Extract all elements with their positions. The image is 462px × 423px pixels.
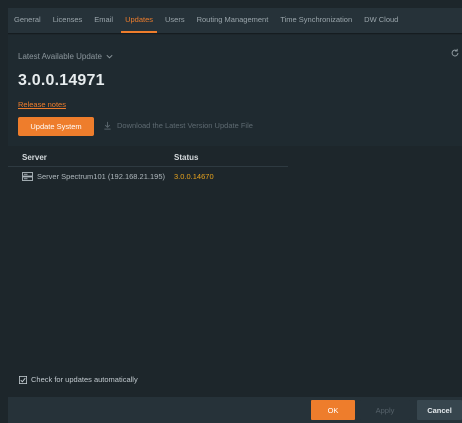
apply-button[interactable]: Apply bbox=[360, 400, 410, 420]
refresh-icon[interactable] bbox=[450, 48, 460, 58]
system-administration-window: General Licenses Email Updates Users Rou… bbox=[8, 8, 462, 423]
ok-button[interactable]: OK bbox=[311, 400, 355, 420]
auto-check-updates-checkbox[interactable]: Check for updates automatically bbox=[19, 375, 138, 384]
download-update-file-link[interactable]: Download the Latest Version Update File bbox=[103, 121, 253, 130]
tab-licenses[interactable]: Licenses bbox=[47, 7, 89, 33]
tab-general[interactable]: General bbox=[8, 7, 47, 33]
latest-update-dropdown[interactable]: Latest Available Update bbox=[18, 52, 114, 61]
tab-time-synchronization[interactable]: Time Synchronization bbox=[274, 7, 358, 33]
tab-dw-cloud[interactable]: DW Cloud bbox=[358, 7, 404, 33]
tab-bar: General Licenses Email Updates Users Rou… bbox=[8, 8, 462, 34]
tab-updates[interactable]: Updates bbox=[119, 7, 159, 33]
dialog-footer: OK Apply Cancel bbox=[8, 397, 462, 423]
chevron-down-icon bbox=[106, 54, 113, 59]
checkbox-checked-icon bbox=[19, 375, 27, 384]
table-header: Server Status bbox=[8, 151, 288, 167]
cancel-button[interactable]: Cancel bbox=[417, 400, 462, 420]
server-name: Server Spectrum101 (192.168.21.195) bbox=[37, 172, 165, 181]
auto-check-label: Check for updates automatically bbox=[31, 375, 138, 384]
tab-users[interactable]: Users bbox=[159, 7, 191, 33]
server-icon bbox=[22, 172, 33, 181]
download-link-label: Download the Latest Version Update File bbox=[117, 121, 253, 130]
release-notes-link[interactable]: Release notes bbox=[18, 100, 66, 109]
table-row[interactable]: Server Spectrum101 (192.168.21.195) 3.0.… bbox=[8, 170, 308, 184]
download-icon bbox=[104, 121, 111, 130]
update-system-button[interactable]: Update System bbox=[18, 117, 94, 136]
tab-routing-management[interactable]: Routing Management bbox=[191, 7, 275, 33]
server-status-version: 3.0.0.14670 bbox=[174, 172, 214, 181]
column-header-server: Server bbox=[22, 153, 47, 162]
tab-email[interactable]: Email bbox=[88, 7, 119, 33]
column-header-status: Status bbox=[174, 153, 199, 162]
latest-update-label: Latest Available Update bbox=[18, 52, 102, 61]
update-header-panel: Latest Available Update 3.0.0.14971 Rele… bbox=[8, 35, 462, 146]
latest-version-number: 3.0.0.14971 bbox=[18, 72, 105, 89]
